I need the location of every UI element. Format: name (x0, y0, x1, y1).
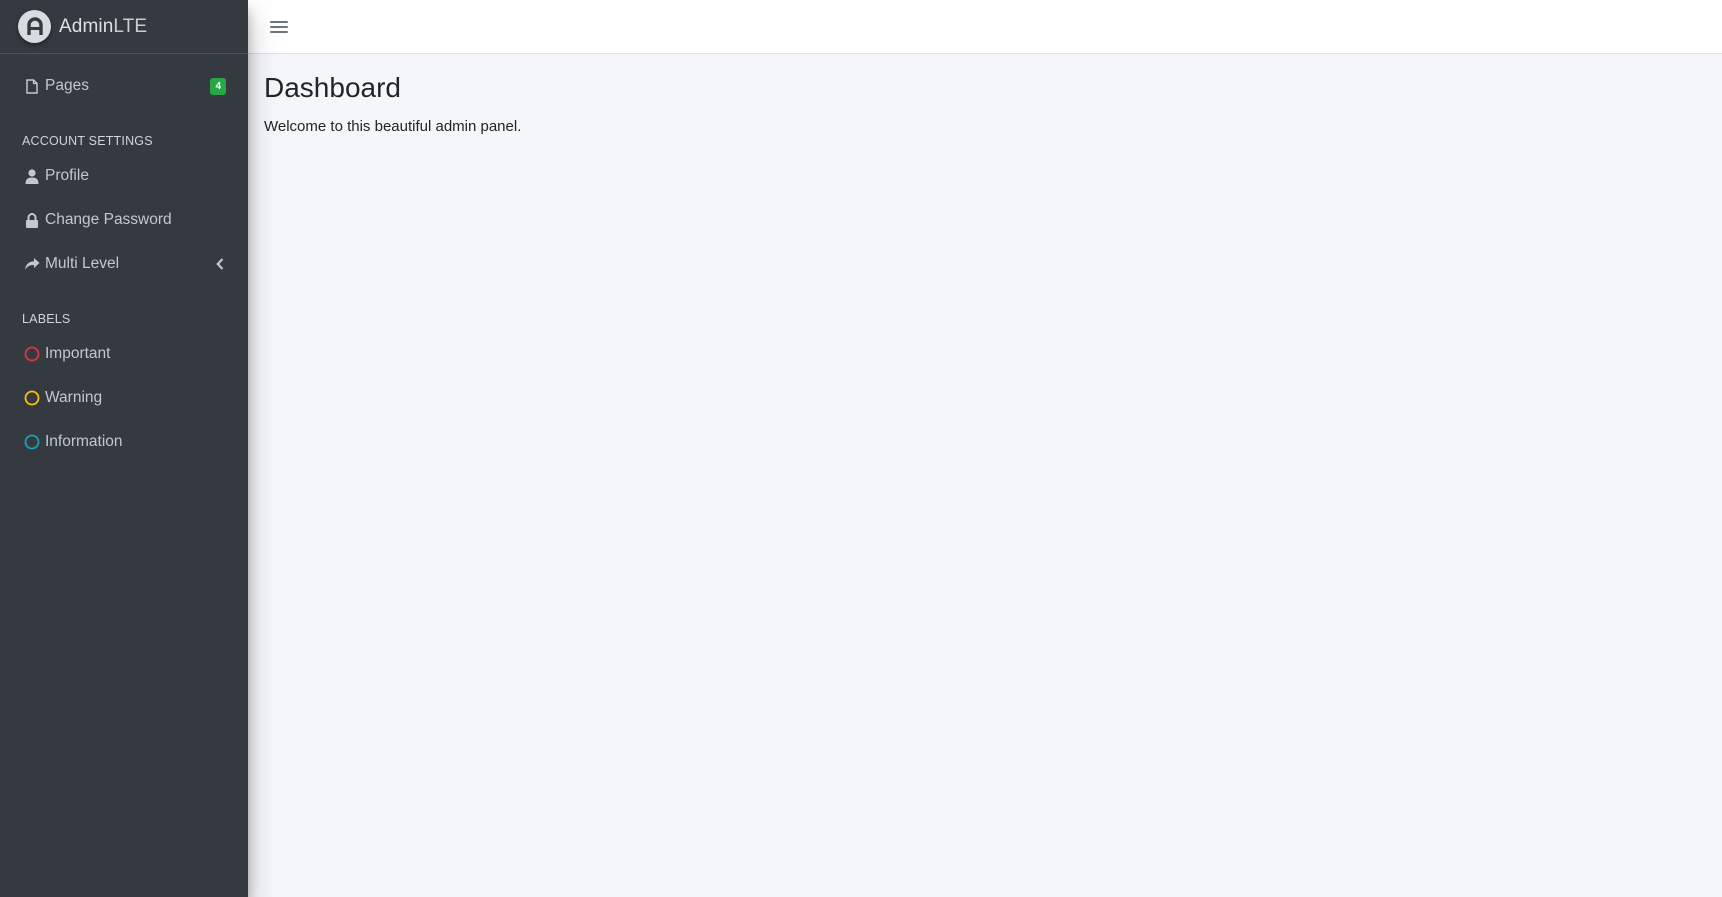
top-navbar (248, 0, 1722, 54)
share-icon (24, 256, 40, 272)
circle-icon (24, 346, 40, 362)
sidebar-item-profile[interactable]: Profile (0, 154, 248, 198)
page-title: Dashboard (264, 72, 401, 103)
sidebar-item-label: Profile (45, 167, 89, 184)
sidebar-nav: Pages 4 ACCOUNT SETTINGS Profile Change … (0, 54, 248, 464)
sidebar: AdminLTE Pages 4 ACCOUNT SETTINGS Profil… (0, 0, 248, 897)
brand-name-strong: Admin (59, 15, 114, 37)
sidebar-item-label: Warning (45, 389, 103, 406)
sidebar-item-warning[interactable]: Warning (0, 376, 248, 420)
lock-icon (24, 212, 40, 228)
sidebar-item-change-password[interactable]: Change Password (0, 198, 248, 242)
chevron-left-icon[interactable] (214, 258, 226, 270)
sidebar-item-label: Information (45, 433, 123, 450)
sidebar-item-label: Important (45, 345, 111, 362)
sidebar-item-multi-level[interactable]: Multi Level (0, 242, 248, 286)
user-icon (24, 168, 40, 184)
welcome-text: Welcome to this beautiful admin panel. (264, 118, 522, 135)
sidebar-item-label: Multi Level (45, 255, 120, 272)
circle-icon (24, 434, 40, 450)
sidebar-item-label: Pages (45, 77, 89, 94)
file-icon (24, 78, 40, 94)
sidebar-item-pages[interactable]: Pages 4 (0, 64, 248, 108)
pages-count-badge: 4 (210, 77, 226, 95)
circle-icon (24, 390, 40, 406)
nav-header-labels: LABELS (22, 312, 71, 326)
brand-name-light: LTE (113, 15, 148, 37)
sidebar-item-label: Change Password (45, 211, 172, 228)
brand-link[interactable]: AdminLTE (0, 0, 248, 54)
nav-header-account-settings: ACCOUNT SETTINGS (22, 134, 153, 148)
sidebar-item-important[interactable]: Important (0, 332, 248, 376)
menu-toggle-icon[interactable] (270, 19, 288, 35)
sidebar-item-information[interactable]: Information (0, 420, 248, 464)
brand-text: AdminLTE (59, 16, 147, 38)
adminlte-logo-icon (18, 10, 51, 43)
content-wrapper: Dashboard Welcome to this beautiful admi… (248, 54, 1722, 897)
